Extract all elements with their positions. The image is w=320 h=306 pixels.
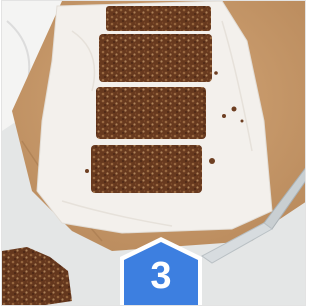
granola-bar — [91, 145, 202, 193]
recipe-step-image: 3 — [1, 0, 306, 306]
granola-bar — [96, 87, 206, 139]
granola-bar — [106, 6, 211, 31]
step-number-badge: 3 — [114, 235, 208, 305]
granola-bar — [99, 34, 212, 82]
step-number: 3 — [150, 255, 172, 297]
